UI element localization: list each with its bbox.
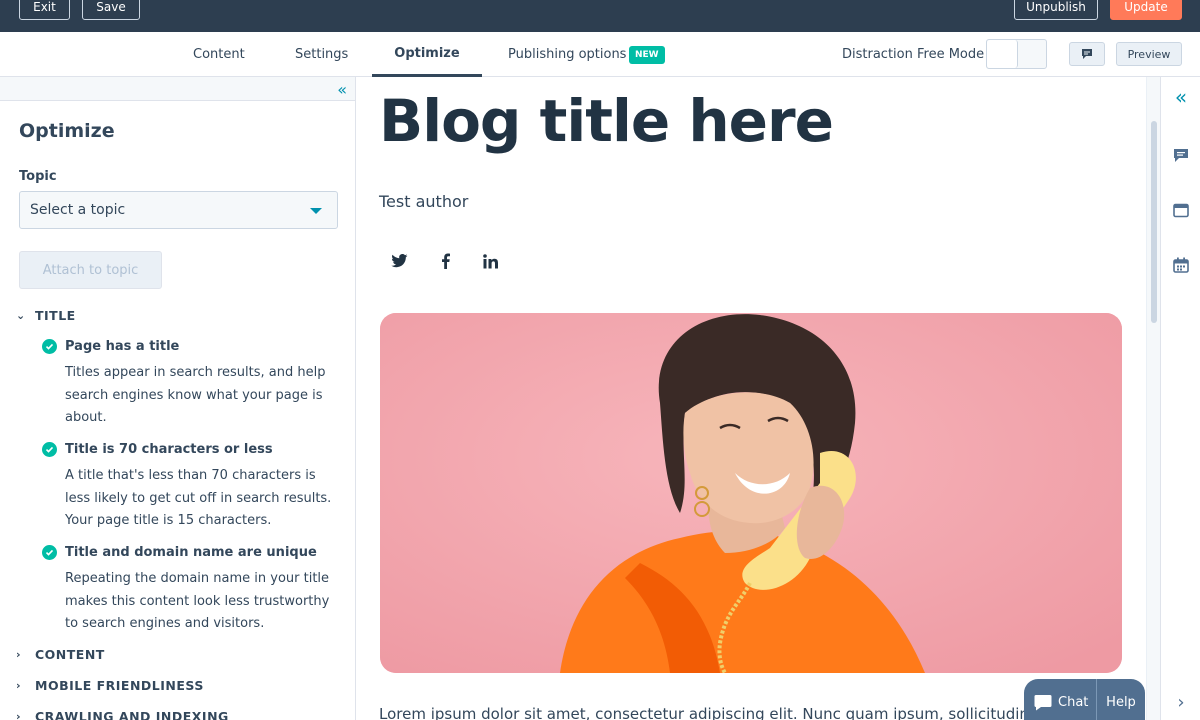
check-circle-icon (42, 545, 57, 560)
optimize-sidebar: « Optimize Topic Select a topic Attach t… (0, 77, 356, 720)
blog-author[interactable]: Test author (379, 192, 468, 211)
caret-down-icon (310, 208, 322, 214)
featured-image[interactable] (380, 313, 1122, 673)
section-title-toggle[interactable]: ⌄ TITLE (16, 308, 76, 323)
chat-bubble-icon (1034, 694, 1052, 710)
sidebar-collapse-strip: « (0, 77, 355, 101)
help-button[interactable]: Help (1097, 679, 1145, 720)
blog-body-text[interactable]: Lorem ipsum dolor sit amet, consectetur … (379, 705, 1047, 720)
new-badge: NEW (629, 46, 665, 64)
layout-icon[interactable] (1171, 200, 1191, 220)
woman-on-phone-photo (380, 313, 1122, 673)
comment-icon[interactable] (1171, 145, 1191, 165)
chevron-right-icon: › (16, 679, 22, 692)
check-item: Title and domain name are unique Repeati… (42, 545, 342, 636)
check-circle-icon (42, 442, 57, 457)
tab-settings[interactable]: Settings (295, 32, 348, 77)
check-circle-icon (42, 339, 57, 354)
chevron-right-icon[interactable]: › (1171, 693, 1191, 713)
unpublish-button[interactable]: Unpublish (1014, 0, 1098, 20)
exit-button[interactable]: Exit (19, 0, 70, 20)
expand-left-icon[interactable]: « (1171, 87, 1191, 107)
top-action-bar: Exit Save Unpublish Update (0, 0, 1200, 32)
topic-select[interactable]: Select a topic (19, 191, 338, 229)
section-label: CONTENT (35, 647, 105, 662)
section-crawling-toggle[interactable]: › CRAWLING AND INDEXING (16, 709, 229, 720)
editor-canvas: Blog title here Test author Lorem ipsum … (357, 77, 1160, 720)
chevron-down-icon: ⌄ (16, 309, 26, 322)
check-item: Title is 70 characters or less A title t… (42, 442, 342, 533)
facebook-icon[interactable] (435, 251, 455, 271)
help-label: Help (1106, 694, 1136, 710)
chat-help-widget: Chat Help (1024, 679, 1145, 720)
distraction-free-label: Distraction Free Mode (842, 47, 985, 62)
sidebar-heading: Optimize (19, 120, 115, 142)
check-title: Page has a title (65, 339, 180, 354)
comments-button[interactable] (1069, 42, 1105, 66)
section-label: TITLE (35, 308, 76, 323)
attach-to-topic-button[interactable]: Attach to topic (19, 251, 162, 289)
chat-label: Chat (1058, 694, 1089, 710)
tab-publishing-options[interactable]: Publishing options (508, 32, 626, 77)
tab-content[interactable]: Content (193, 32, 245, 77)
topic-select-value: Select a topic (30, 202, 126, 218)
check-description: A title that's less than 70 characters i… (65, 468, 332, 528)
topic-label: Topic (19, 169, 57, 184)
chevron-right-icon: › (16, 648, 22, 661)
check-item: Page has a title Titles appear in search… (42, 339, 342, 430)
section-content-toggle[interactable]: › CONTENT (16, 647, 105, 662)
tab-optimize[interactable]: Optimize (372, 32, 482, 77)
check-title: Title is 70 characters or less (65, 442, 273, 457)
section-label: CRAWLING AND INDEXING (35, 709, 229, 720)
update-button[interactable]: Update (1110, 0, 1182, 20)
calendar-icon[interactable] (1171, 255, 1191, 275)
right-tool-rail: « › (1160, 77, 1200, 720)
collapse-left-icon[interactable]: « (337, 80, 347, 99)
chevron-right-icon: › (16, 710, 22, 720)
twitter-icon[interactable] (389, 251, 409, 271)
check-description: Titles appear in search results, and hel… (65, 365, 326, 425)
editor-tab-bar: Content Settings Optimize Publishing opt… (0, 32, 1200, 77)
section-label: MOBILE FRIENDLINESS (35, 678, 204, 693)
canvas-scrollbar[interactable] (1146, 77, 1160, 720)
blog-title[interactable]: Blog title here (379, 87, 834, 155)
check-description: Repeating the domain name in your title … (65, 571, 330, 631)
chat-button[interactable]: Chat (1024, 679, 1097, 720)
check-title: Title and domain name are unique (65, 545, 317, 560)
linkedin-icon[interactable] (480, 251, 500, 271)
scroll-thumb[interactable] (1151, 121, 1157, 323)
section-mobile-toggle[interactable]: › MOBILE FRIENDLINESS (16, 678, 204, 693)
preview-button[interactable]: Preview (1116, 42, 1182, 66)
comment-icon (1082, 49, 1092, 59)
distraction-free-toggle[interactable] (986, 39, 1047, 69)
toggle-knob (987, 40, 1018, 68)
save-button[interactable]: Save (82, 0, 140, 20)
